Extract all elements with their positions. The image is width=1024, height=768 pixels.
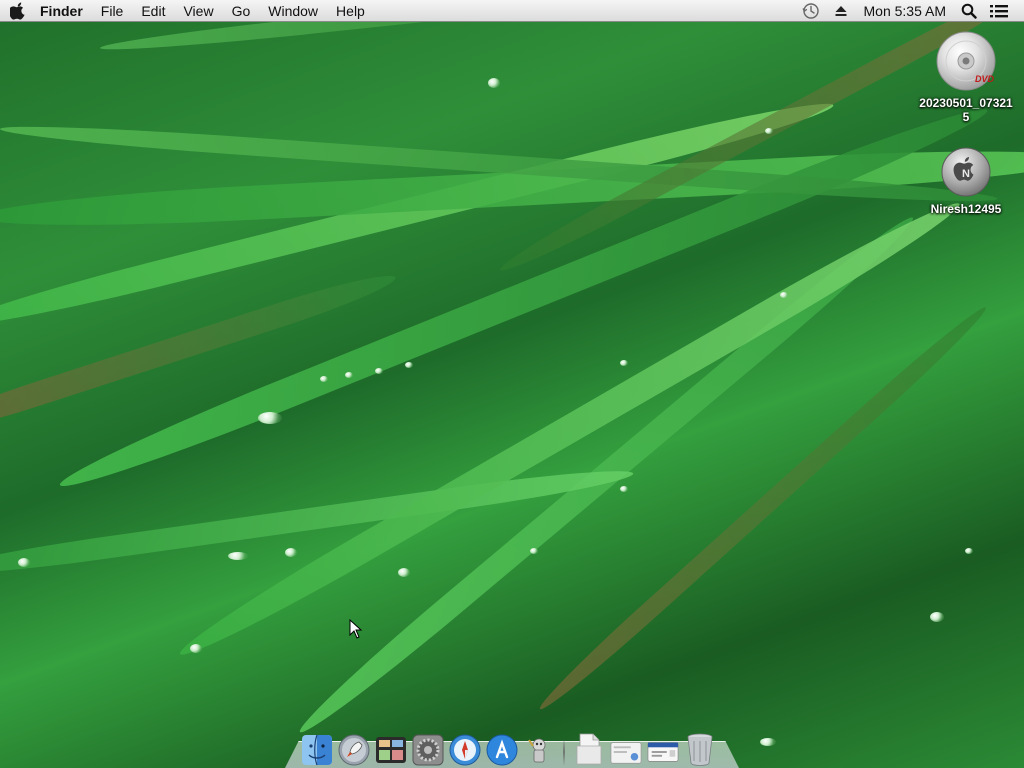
dock-item-trash[interactable] [684, 732, 716, 766]
menu-go[interactable]: Go [223, 0, 260, 22]
desktop-icon-disk[interactable]: N Niresh12495 [918, 146, 1014, 216]
desktop-icon-dvd[interactable]: DVD 20230501_073215 [918, 30, 1014, 124]
notification-list-icon [990, 4, 1008, 17]
menu-view[interactable]: View [174, 0, 222, 22]
desktop[interactable]: Finder File Edit View Go Window Help Mon… [0, 0, 1024, 768]
dock-item-documents[interactable] [573, 732, 605, 766]
menu-file[interactable]: File [92, 0, 133, 22]
dock-item-mission-control[interactable] [375, 732, 407, 766]
eject-icon [835, 5, 846, 16]
dock-item-finder[interactable] [301, 732, 333, 766]
menu-finder[interactable]: Finder [36, 0, 92, 22]
system-preferences-gear-icon [412, 734, 444, 766]
eject-menu[interactable] [830, 0, 852, 22]
dock-item-mail-stack[interactable] [647, 732, 679, 766]
envelope-stack-icon [647, 742, 679, 762]
spotlight-search-icon [961, 3, 977, 19]
apple-logo-icon [10, 2, 25, 20]
app-store-icon [486, 734, 518, 766]
mission-control-icon [376, 737, 406, 763]
dock [285, 722, 739, 768]
spotlight-button[interactable] [958, 0, 980, 22]
trash-icon [687, 733, 713, 766]
dock-item-automator[interactable] [523, 732, 555, 766]
menu-edit[interactable]: Edit [132, 0, 174, 22]
wallpaper [0, 0, 1024, 768]
notification-center-button[interactable] [988, 0, 1010, 22]
automator-robot-icon [528, 738, 546, 763]
time-machine-menu[interactable] [800, 0, 822, 22]
menu-clock[interactable]: Mon 5:35 AM [856, 0, 955, 22]
downloads-stack-icon [610, 742, 642, 764]
dock-item-launchpad[interactable] [338, 732, 370, 766]
svg-text:DVD: DVD [975, 74, 995, 84]
menu-bar: Finder File Edit View Go Window Help Mon… [0, 0, 1024, 22]
desktop-icon-label: 20230501_073215 [919, 96, 1013, 124]
time-machine-icon [801, 2, 819, 19]
dock-item-system-preferences[interactable] [412, 732, 444, 766]
launchpad-rocket-icon [338, 734, 370, 766]
dock-item-app-store[interactable] [486, 732, 518, 766]
documents-folder-icon [576, 733, 602, 765]
safari-compass-icon [449, 734, 481, 766]
mouse-cursor-icon [349, 619, 363, 639]
dock-item-safari[interactable] [449, 732, 481, 766]
dock-separator [563, 738, 565, 766]
menu-window[interactable]: Window [259, 0, 327, 22]
apple-menu-button[interactable] [0, 0, 36, 22]
dvd-disc-icon: DVD [936, 31, 996, 91]
menu-help[interactable]: Help [327, 0, 374, 22]
desktop-icon-label: Niresh12495 [930, 202, 1002, 216]
finder-icon [302, 734, 332, 766]
svg-text:N: N [962, 168, 970, 180]
dock-item-downloads[interactable] [610, 732, 642, 766]
hard-disk-icon: N [941, 147, 991, 197]
